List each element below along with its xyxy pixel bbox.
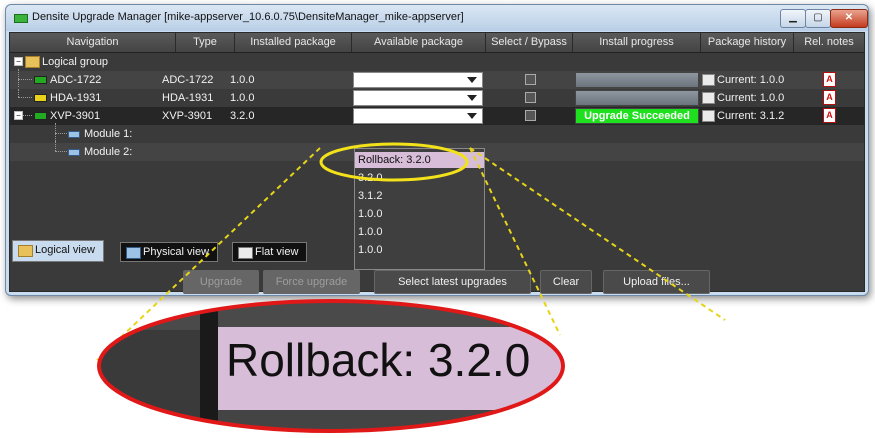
column-type[interactable]: Type — [176, 33, 235, 52]
device-type: HDA-1931 — [162, 92, 214, 104]
table-row[interactable]: ADC-1722 ADC-1722 1.0.0 Current: 1.0.0 A — [10, 69, 864, 89]
package-history-text: Current: 3.1.2 — [717, 110, 785, 122]
folder-icon — [25, 56, 40, 68]
tree-line — [18, 97, 32, 98]
tree-line — [18, 69, 19, 87]
tree-line — [55, 151, 67, 152]
view-tabs: Logical view Physical view Flat view — [10, 238, 570, 262]
collapse-toggle-icon[interactable]: − — [14, 57, 23, 66]
device-status-icon — [34, 94, 47, 102]
table-row-selected[interactable]: − XVP-3901 XVP-3901 3.2.0 Upgrade Succee… — [10, 107, 864, 125]
module-icon — [68, 149, 80, 156]
tree-line — [18, 89, 19, 97]
available-package-select[interactable] — [353, 90, 483, 106]
table-header: Navigation Type Installed package Availa… — [10, 33, 864, 53]
list-icon — [238, 247, 253, 259]
tab-label: Physical view — [143, 246, 210, 258]
module-name: Module 2: — [84, 146, 133, 158]
collapse-toggle-icon[interactable]: − — [14, 111, 23, 120]
available-package-select[interactable] — [353, 72, 483, 88]
column-installed-package[interactable]: Installed package — [235, 33, 352, 52]
device-name: ADC-1722 — [50, 74, 102, 86]
tab-flat-view[interactable]: Flat view — [232, 242, 308, 262]
installed-package: 1.0.0 — [230, 92, 255, 104]
tab-physical-view[interactable]: Physical view — [120, 242, 219, 262]
window-title: Densite Upgrade Manager [mike-appserver_… — [32, 11, 464, 23]
device-icon — [126, 247, 141, 259]
select-bypass-checkbox[interactable] — [525, 74, 536, 85]
tree-line — [18, 79, 32, 80]
package-history-icon[interactable] — [702, 110, 715, 122]
tab-label: Logical view — [35, 244, 95, 256]
install-progress-bar: Upgrade Succeeded — [575, 108, 699, 124]
device-status-icon — [34, 112, 47, 120]
pdf-icon[interactable]: A — [823, 108, 836, 123]
column-release-notes[interactable]: Rel. notes — [794, 33, 864, 52]
package-history-text: Current: 1.0.0 — [717, 92, 785, 104]
dropdown-option[interactable]: 1.0.0 — [355, 206, 484, 222]
package-history-icon[interactable] — [702, 74, 715, 86]
column-available-package[interactable]: Available package — [352, 33, 486, 52]
title-bar[interactable]: Densite Upgrade Manager [mike-appserver_… — [6, 5, 868, 31]
app-icon — [14, 14, 28, 23]
device-name: HDA-1931 — [50, 92, 102, 104]
dropdown-arrow-icon — [467, 95, 477, 101]
tree-line — [55, 141, 56, 151]
select-bypass-checkbox[interactable] — [525, 92, 536, 103]
dropdown-option[interactable]: 3.1.2 — [355, 188, 484, 204]
action-bar: Upgrade Force upgrade Select latest upgr… — [10, 270, 872, 294]
device-type: ADC-1722 — [162, 74, 214, 86]
module-name: Module 1: — [84, 128, 133, 140]
pdf-icon[interactable]: A — [823, 72, 836, 87]
tab-logical-view[interactable]: Logical view — [12, 240, 104, 262]
column-install-progress[interactable]: Install progress — [573, 33, 701, 52]
dropdown-option-rollback[interactable]: Rollback: 3.2.0 — [355, 152, 484, 168]
module-icon — [68, 131, 80, 138]
device-status-icon — [34, 76, 47, 84]
available-package-select[interactable] — [353, 108, 483, 124]
tab-label: Flat view — [255, 246, 299, 258]
maximize-button[interactable]: ▢ — [805, 9, 831, 28]
device-name: XVP-3901 — [50, 110, 101, 122]
group-label: Logical group — [42, 56, 109, 68]
install-progress-bar — [575, 72, 699, 88]
table-row-group[interactable]: − Logical group — [10, 53, 864, 71]
package-history-text: Current: 1.0.0 — [717, 74, 785, 86]
device-type: XVP-3901 — [162, 110, 213, 122]
pdf-icon[interactable]: A — [823, 90, 836, 105]
tree-line — [23, 115, 32, 116]
app-window: Densite Upgrade Manager [mike-appserver_… — [5, 4, 869, 296]
installed-package: 3.2.0 — [230, 110, 255, 122]
upgrade-button[interactable]: Upgrade — [183, 270, 259, 294]
column-navigation[interactable]: Navigation — [10, 33, 176, 52]
select-latest-upgrades-button[interactable]: Select latest upgrades — [374, 270, 531, 294]
dropdown-arrow-icon — [467, 113, 477, 119]
magnified-rollback-label: Rollback: 3.2.0 — [226, 334, 531, 386]
upload-files-button[interactable]: Upload files... — [603, 270, 710, 294]
select-bypass-checkbox[interactable] — [525, 110, 536, 121]
dropdown-option[interactable]: 3.2.0 — [355, 170, 484, 186]
table-row[interactable]: HDA-1931 HDA-1931 1.0.0 Current: 1.0.0 A — [10, 89, 864, 107]
force-upgrade-button[interactable]: Force upgrade — [263, 270, 360, 294]
column-select-bypass[interactable]: Select / Bypass — [486, 33, 573, 52]
clear-button[interactable]: Clear — [540, 270, 592, 294]
installed-package: 1.0.0 — [230, 74, 255, 86]
close-button[interactable]: ✕ — [830, 9, 868, 28]
upgrade-table-panel: Navigation Type Installed package Availa… — [9, 32, 865, 294]
minimize-button[interactable]: ▁ — [780, 9, 806, 28]
table-row-module[interactable]: Module 1: — [10, 123, 864, 143]
tree-line — [55, 133, 67, 134]
dropdown-arrow-icon — [467, 77, 477, 83]
folder-icon — [18, 245, 33, 257]
package-history-icon[interactable] — [702, 92, 715, 104]
install-progress-bar — [575, 90, 699, 106]
column-package-history[interactable]: Package history — [701, 33, 794, 52]
